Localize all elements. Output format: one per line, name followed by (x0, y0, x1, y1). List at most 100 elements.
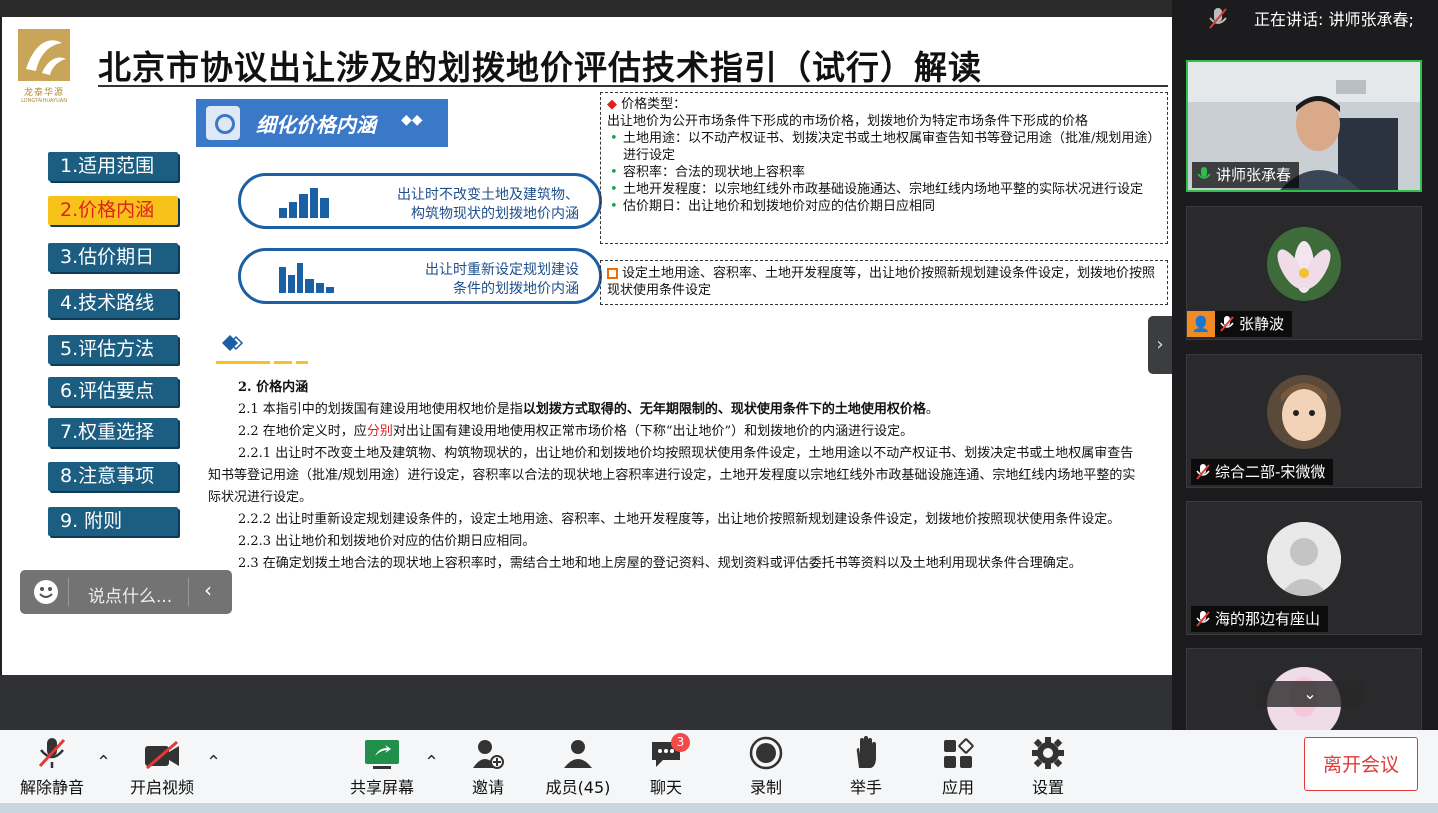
para-2-1: 2.1 本指引中的划拨国有建设用地使用权地价是指以划拨方式取得的、无年期限制的、… (208, 399, 1142, 421)
chat-input-bar[interactable]: 说点什么... ‹ (20, 570, 232, 614)
apps-label: 应用 (941, 778, 974, 797)
mic-muted-icon (1220, 316, 1234, 332)
para-2-2-1: 2.2.1 出让时不改变土地及建筑物、构筑物现状的，出让地价和划拨地价均按照现状… (208, 446, 1136, 505)
invite-user-icon (473, 740, 504, 769)
pill2-line2: 条件的划拨地价内涵 (453, 281, 579, 297)
avatar (1267, 375, 1341, 449)
chat-label: 聊天 (649, 778, 682, 797)
video-off-icon (145, 740, 179, 770)
pill1-line2: 构筑物现状的划拨地价内涵 (411, 206, 579, 222)
speaking-indicator: 正在讲话: 讲师张承春; (1186, 0, 1438, 40)
record-icon (749, 736, 783, 770)
unmute-button[interactable]: 解除静音 (14, 730, 90, 803)
chatbar-divider (68, 578, 69, 606)
participant-tile-partial[interactable]: ⌄ (1186, 648, 1422, 741)
unmute-label: 解除静音 (19, 778, 84, 797)
para-2-2-3: 2.2.3 出让地价和划拨地价对应的估价期日应相同。 (238, 534, 536, 549)
invite-button[interactable]: 邀请 (462, 730, 514, 803)
new-conditions-box: 设定土地用途、容积率、土地开发程度等，出让地价按照新规划建设条件设定，划拨地价按… (600, 260, 1168, 305)
para-2-1-post: 。 (925, 402, 939, 417)
mic-muted-icon (1196, 464, 1210, 480)
participant-name: 综合二部-宋微微 (1215, 463, 1326, 481)
slide-bottom-area (0, 675, 1172, 730)
logo-text: 龙泰华源 (23, 88, 64, 98)
para-2-2: 2.2 在地价定义时，应分别对出让国有建设用地使用权正常市场价格（下称“出让地价… (208, 421, 1142, 443)
bullet-development: 土地开发程度：以宗地红线外市政基础设施通达、宗地红线内场地平整的实际状况进行设定 (607, 181, 1161, 198)
slide-body-text: 2. 价格内涵 2.1 本指引中的划拨国有建设用地使用权地价是指以划拨方式取得的… (208, 377, 1142, 575)
participant-name: 张静波 (1239, 315, 1285, 333)
settings-button[interactable]: 设置 (1022, 730, 1074, 803)
share-screen-label: 共享屏幕 (349, 778, 414, 797)
slide-title: 北京市协议出让涉及的划拨地价评估技术指引（试行）解读 (98, 48, 982, 87)
participant-namebar: 海的那边有座山 (1191, 606, 1329, 632)
desktop-strip (0, 803, 1438, 813)
bullet-valuation-date: 估价期日：出让地价和划拨地价对应的估价期日应相同 (607, 198, 1161, 215)
nav-item-4: 4.技术路线 (48, 289, 178, 318)
participant-namebar: 👤 张静波 (1187, 311, 1293, 337)
chat-placeholder[interactable]: 说点什么... (88, 582, 172, 607)
members-icon (564, 740, 592, 768)
bullet-far: 容积率：合法的现状地上容积率 (607, 164, 1161, 181)
share-screen-icon (365, 740, 399, 769)
leave-meeting-button[interactable]: 离开会议 (1304, 737, 1418, 791)
apps-icon (944, 738, 974, 768)
participant-tile[interactable]: 综合二部-宋微微 (1186, 354, 1422, 488)
para-2-2-post: 对出让国有建设用地使用权正常市场价格（下称“出让地价”）和划拨地价的内涵进行设定… (392, 424, 914, 439)
chevron-up-icon[interactable]: ⌃ (424, 752, 439, 773)
participant-tile[interactable]: 海的那边有座山 (1186, 501, 1422, 635)
chevron-left-icon[interactable]: ‹ (204, 578, 212, 602)
para-2-1-bold: 以划拨方式取得的、无年期限制的、现状使用条件下的土地使用权价格 (522, 402, 926, 417)
gear-icon (1032, 737, 1064, 769)
share-screen-button[interactable]: 共享屏幕 (344, 730, 420, 803)
company-logo: 龙泰华源 LONGTAIHUAYUAN (16, 29, 72, 104)
price-type-box: ◆ 价格类型： 出让地价为公开市场条件下形成的市场价格，划拨地价为特定市场条件下… (600, 92, 1168, 244)
orange-square-icon (607, 268, 618, 279)
nav-item-3: 3.估价期日 (48, 243, 178, 272)
pill2-line1: 出让时重新设定规划建设 (425, 262, 579, 278)
avatar (1267, 522, 1341, 596)
concept-pill-2: 出让时重新设定规划建设条件的划拨地价内涵 (238, 248, 602, 304)
raise-hand-label: 举手 (849, 778, 882, 797)
participant-tile[interactable]: 👤 张静波 (1186, 206, 1422, 340)
settings-label: 设置 (1031, 778, 1064, 797)
para-2-2-pre: 2.2 在地价定义时，应 (238, 424, 367, 439)
buildings-icon (279, 188, 329, 218)
para-2-3: 2.3 在确定划拨土地合法的现状地上容积率时，需结合土地和地上房屋的登记资料、规… (238, 556, 1082, 571)
apps-button[interactable]: 应用 (932, 730, 984, 803)
camera-icon (206, 106, 240, 140)
diamond-icon: ◆◆ (401, 112, 423, 128)
section-banner: 细化价格内涵 ◆◆ (196, 99, 448, 147)
record-button[interactable]: 录制 (740, 730, 792, 803)
para-2-1-pre: 2.1 本指引中的划拨国有建设用地使用权地价是指 (238, 402, 523, 417)
participant-namebar: 综合二部-宋微微 (1191, 459, 1334, 485)
members-button[interactable]: 成员(45) (540, 730, 616, 803)
chevron-down-icon[interactable]: ⌄ (1257, 681, 1363, 707)
start-video-button[interactable]: 开启视频 (124, 730, 200, 803)
mic-muted-icon (38, 738, 66, 768)
speaking-text: 正在讲话: 讲师张承春; (1254, 10, 1414, 29)
panel-collapse-button[interactable]: › (1148, 316, 1172, 374)
nav-item-7: 7.权重选择 (48, 418, 178, 447)
chevron-up-icon[interactable]: ⌃ (96, 752, 111, 773)
avatar (1267, 227, 1341, 301)
price-type-heading: 价格类型： (621, 97, 687, 112)
members-label: 成员(45) (545, 778, 611, 797)
shared-slide: 龙泰华源 LONGTAIHUAYUAN 北京市协议出让涉及的划拨地价评估技术指引… (2, 17, 1172, 675)
section-decoration-icon (216, 335, 308, 364)
window-top-strip (0, 0, 1172, 17)
price-type-intro: 出让地价为公开市场条件下形成的市场价格，划拨地价为特定市场条件下形成的价格 (607, 114, 1089, 129)
body-heading: 2. 价格内涵 (238, 380, 309, 395)
city-skyline-icon (279, 263, 334, 293)
participant-tile-speaker[interactable]: 讲师张承春 (1186, 60, 1422, 192)
nav-item-1: 1.适用范围 (48, 152, 178, 181)
raise-hand-button[interactable]: 举手 (840, 730, 892, 803)
para-2-2-red: 分别 (366, 424, 393, 439)
concept-pill-1: 出让时不改变土地及建筑物、 构筑物现状的划拨地价内涵 (238, 173, 602, 229)
logo-mark-icon (18, 29, 70, 81)
bullet-land-use: 土地用途：以不动产权证书、划拨决定书或土地权属审查告知书等登记用途（批准/规划用… (607, 130, 1161, 164)
emoji-icon[interactable] (34, 580, 58, 604)
nav-item-5: 5.评估方法 (48, 335, 178, 364)
raise-hand-icon (856, 736, 876, 768)
chevron-up-icon[interactable]: ⌃ (206, 752, 221, 773)
mic-muted-icon (1196, 611, 1210, 627)
